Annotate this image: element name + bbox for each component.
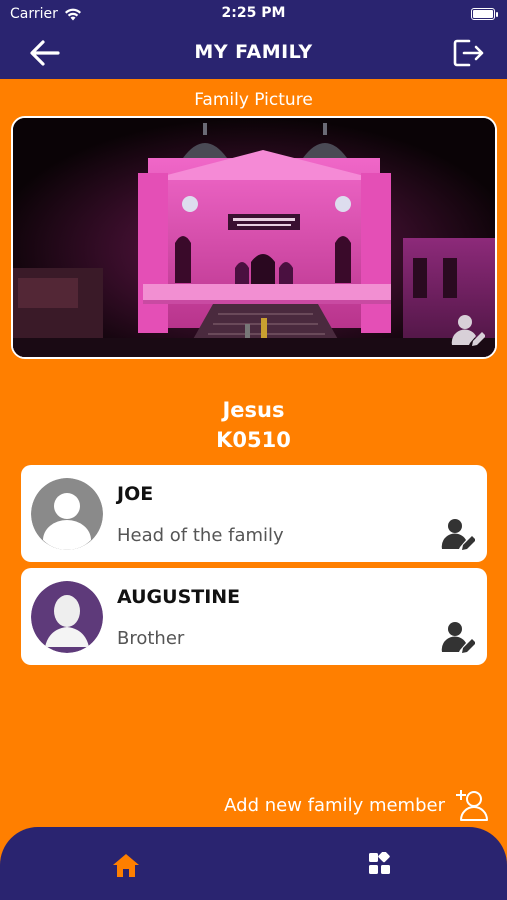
default-avatar-icon: [31, 478, 103, 550]
family-picture-label: Family Picture: [194, 90, 313, 110]
member-name: JOE: [117, 483, 154, 505]
user-edit-icon[interactable]: [441, 517, 475, 551]
grid-icon[interactable]: [368, 852, 392, 876]
top-bar: Carrier 2:25 PM MY FAMILY: [0, 0, 507, 79]
family-picture[interactable]: [11, 116, 497, 359]
add-member-label: Add new family member: [224, 794, 445, 816]
home-icon[interactable]: [112, 852, 140, 878]
member-relation: Brother: [117, 628, 185, 649]
user-add-icon: [456, 790, 488, 821]
member-card[interactable]: AUGUSTINE Brother: [21, 568, 487, 665]
status-time: 2:25 PM: [221, 5, 286, 21]
member-name: AUGUSTINE: [117, 586, 241, 608]
user-edit-icon[interactable]: [441, 620, 475, 654]
member-relation: Head of the family: [117, 525, 284, 546]
battery-icon: [471, 8, 498, 20]
logout-icon[interactable]: [451, 36, 485, 70]
family-code: K0510: [216, 428, 291, 452]
family-name: Jesus: [222, 398, 285, 422]
edit-photo-icon[interactable]: [451, 313, 485, 347]
avatar: [31, 478, 103, 550]
church-photo: [13, 118, 495, 357]
page-title: MY FAMILY: [194, 41, 313, 63]
silhouette-avatar-icon: [31, 581, 103, 653]
member-card[interactable]: JOE Head of the family: [21, 465, 487, 562]
bottom-nav: [0, 827, 507, 900]
avatar: [31, 581, 103, 653]
nav-bar: MY FAMILY: [0, 28, 507, 79]
add-member-button[interactable]: Add new family member: [224, 788, 489, 822]
status-bar: Carrier 2:25 PM: [0, 0, 507, 28]
